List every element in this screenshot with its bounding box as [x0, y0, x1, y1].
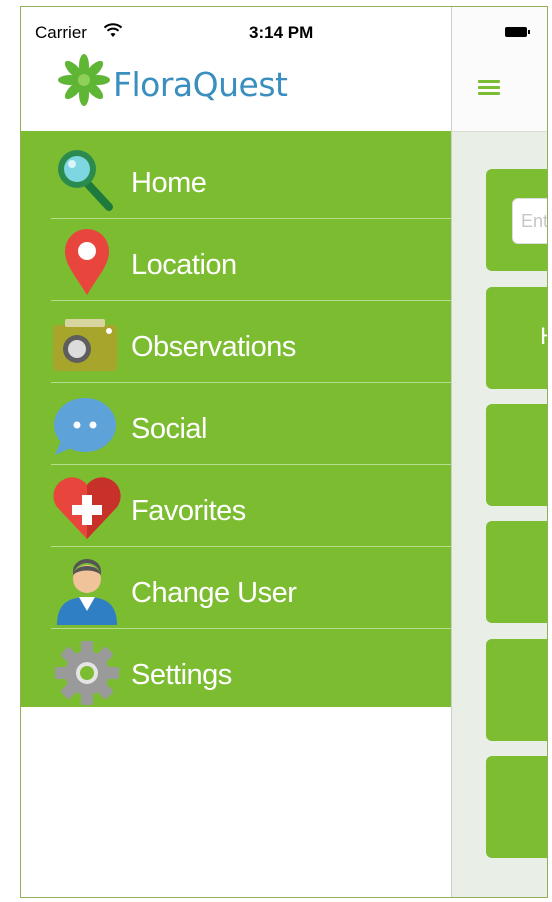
hamburger-menu-icon[interactable]	[478, 80, 500, 96]
menu-item-change-user[interactable]: Change User	[51, 547, 451, 629]
app-name: FloraQuest	[113, 65, 288, 104]
status-bar: Carrier 3:14 PM	[21, 7, 451, 47]
menu-item-label: Favorites	[131, 495, 246, 527]
menu-item-label: Observations	[131, 331, 296, 363]
search-input[interactable]: Ent	[512, 198, 547, 244]
menu-item-location[interactable]: Location	[51, 219, 451, 301]
content-card[interactable]	[486, 521, 547, 623]
chat-bubble-icon	[54, 398, 116, 455]
map-pin-icon	[65, 229, 109, 295]
magnifier-icon	[58, 150, 113, 211]
home-card[interactable]: H	[486, 287, 547, 389]
menu-item-settings[interactable]: Settings	[51, 629, 451, 711]
content-card[interactable]	[486, 756, 547, 858]
gear-icon	[55, 641, 119, 705]
drawer-menu: Home Location Observations Social Favori…	[21, 131, 451, 707]
phone-screen: Ent H Carrier 3:14 PM	[20, 6, 548, 898]
menu-item-home[interactable]: Home	[51, 137, 451, 219]
heart-plus-icon	[53, 477, 121, 539]
wifi-icon	[103, 23, 123, 37]
side-drawer: Carrier 3:14 PM FloraQuest Home Location…	[21, 7, 451, 897]
content-card[interactable]	[486, 639, 547, 741]
menu-item-label: Settings	[131, 659, 232, 691]
menu-item-label: Change User	[131, 577, 297, 609]
nav-bar	[452, 7, 547, 132]
menu-item-favorites[interactable]: Favorites	[51, 465, 451, 547]
card-label: H	[540, 323, 547, 351]
camera-icon	[53, 319, 117, 371]
menu-item-observations[interactable]: Observations	[51, 301, 451, 383]
menu-item-label: Social	[131, 413, 208, 445]
menu-item-label: Home	[131, 167, 207, 199]
user-icon	[57, 559, 117, 625]
carrier-label: Carrier	[35, 23, 87, 42]
battery-icon	[505, 27, 530, 37]
menu-item-social[interactable]: Social	[51, 383, 451, 465]
clock: 3:14 PM	[249, 23, 314, 42]
main-content: Ent H	[451, 7, 547, 897]
flower-logo-icon	[58, 54, 110, 106]
content-card[interactable]	[486, 404, 547, 506]
status-bar-right	[452, 7, 547, 47]
menu-item-label: Location	[131, 249, 237, 281]
